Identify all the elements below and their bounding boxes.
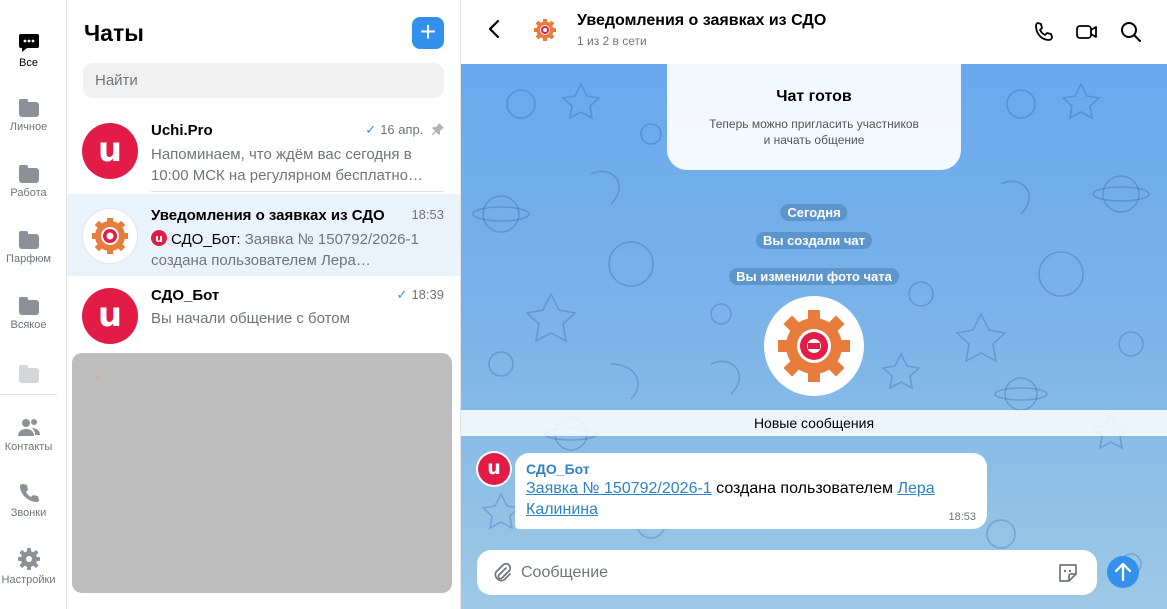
contacts-icon xyxy=(17,419,40,436)
message-middle-text: создана пользователем xyxy=(711,480,898,497)
folder-rail: Все Личное Работа Парфюм Всякое Контакты… xyxy=(0,0,57,609)
folder-icon xyxy=(18,297,39,315)
chat-row-sdo-notifications[interactable]: Уведомления о заявках из СДО 18:53 u СДО_… xyxy=(67,194,460,276)
search-box xyxy=(83,63,444,98)
message-text: Заявка № 150792/2026-1 создана пользоват… xyxy=(526,478,976,520)
avatar xyxy=(82,208,138,264)
pin-icon xyxy=(432,123,444,135)
chat-name: СДО_Бот xyxy=(151,287,220,304)
chat-header: Уведомления о заявках из СДО 1 из 2 в се… xyxy=(461,0,1167,64)
chevron-left-icon xyxy=(488,19,500,39)
read-check-icon: ✓ xyxy=(365,122,377,137)
folder-all[interactable]: Все xyxy=(0,33,57,69)
gear-logo-icon xyxy=(92,218,128,254)
gear-logo-icon xyxy=(778,310,850,382)
rail-divider xyxy=(0,394,57,395)
chat-preview: Напоминаем, что ждём вас сегодня в 10:00… xyxy=(151,146,424,184)
service-message: Вы создали чат xyxy=(755,232,873,249)
folder-misc[interactable]: Всякое xyxy=(0,297,57,331)
message-sender-avatar[interactable]: u xyxy=(478,453,510,485)
sticker-icon[interactable] xyxy=(1057,562,1079,584)
folder-label: Работа xyxy=(10,187,47,199)
chat-row-uchi-pro[interactable]: u Uchi.Pro ✓ 16 апр. Напоминаем, что ждём… xyxy=(67,109,460,191)
chat-preview: Вы начали общение с ботом xyxy=(151,310,350,327)
chat-ready-title: Чат готов xyxy=(776,88,852,105)
message-composer xyxy=(477,550,1097,595)
new-chat-button[interactable]: + xyxy=(412,17,444,49)
date-pill: Сегодня xyxy=(780,204,848,221)
phone-icon[interactable] xyxy=(1032,20,1056,44)
chat-ready-line: и начать общение xyxy=(763,133,865,147)
folder-icon xyxy=(18,365,39,383)
chat-ready-card: Чат готов Теперь можно пригласить участн… xyxy=(667,64,961,170)
nav-label: Звонки xyxy=(10,507,47,519)
phone-icon xyxy=(19,484,39,502)
folder-icon xyxy=(18,231,39,249)
chat-photo[interactable] xyxy=(764,296,864,396)
read-check-icon: ✓ xyxy=(396,287,408,302)
folder-label: Личное xyxy=(9,121,48,133)
chat-status: 1 из 2 в сети xyxy=(577,34,647,48)
chat-list-title: Чаты xyxy=(84,20,144,46)
chat-title: Уведомления о заявках из СДО xyxy=(577,12,827,29)
chat-preview-sender: СДО_Бот: xyxy=(171,231,241,248)
chat-list-panel: Чаты + u Uchi.Pro ✓16 апр. Напоминаем, ч… xyxy=(67,0,460,609)
message-input[interactable] xyxy=(521,550,1041,595)
new-messages-divider: Новые сообщения xyxy=(461,410,1167,436)
nav-label: Контакты xyxy=(4,441,53,453)
chat-avatar[interactable] xyxy=(531,16,559,44)
folder-label: Всякое xyxy=(10,319,47,331)
video-call-icon[interactable] xyxy=(1075,20,1099,44)
chat-name: Уведомления о заявках из СДО xyxy=(151,207,385,224)
folder-perfume[interactable]: Парфюм xyxy=(0,231,57,265)
folder-work[interactable]: Работа xyxy=(0,165,57,199)
paperclip-icon[interactable] xyxy=(492,562,512,584)
avatar: u xyxy=(82,123,138,179)
chat-meta: ✓ 16 апр. xyxy=(365,122,444,138)
chat-ready-text: Теперь можно пригласить участников и нач… xyxy=(667,116,961,148)
svg-text:u: u xyxy=(155,232,163,245)
folder-extra[interactable] xyxy=(0,365,57,387)
chat-ready-line: Теперь можно пригласить участников xyxy=(709,117,919,131)
chat-row-sdo-bot[interactable]: u СДО_Бот ✓ 18:39 Вы начали общение с бот… xyxy=(67,276,460,358)
back-button[interactable] xyxy=(487,18,501,46)
folder-label: Парфюм xyxy=(6,253,51,265)
chat-background: Чат готов Теперь можно пригласить участн… xyxy=(461,64,1167,609)
message-sender[interactable]: СДО_Бот xyxy=(526,461,976,477)
message-time: 18:53 xyxy=(948,511,976,523)
sender-avatar-icon: u xyxy=(151,230,167,246)
nav-calls[interactable]: Звонки xyxy=(0,483,57,519)
placeholder-block xyxy=(72,353,452,593)
message-bubble: СДО_Бот Заявка № 150792/2026-1 создана п… xyxy=(515,453,987,529)
avatar: u xyxy=(82,288,138,344)
service-message: Вы изменили фото чата xyxy=(729,268,899,285)
request-link[interactable]: Заявка № 150792/2026-1 xyxy=(526,480,712,497)
nav-contacts[interactable]: Контакты xyxy=(0,417,57,453)
arrow-up-icon xyxy=(1114,562,1132,582)
chat-preview: u СДО_Бот: Заявка № 150792/2026-1 создана… xyxy=(151,229,427,271)
chat-time: 18:53 xyxy=(411,207,444,222)
gear-icon xyxy=(17,548,40,570)
folder-icon xyxy=(18,99,39,117)
chat-time: 16 апр. xyxy=(380,122,424,137)
search-input[interactable] xyxy=(83,63,444,98)
search-icon[interactable] xyxy=(1119,20,1143,44)
chat-meta: ✓ 18:39 xyxy=(397,287,444,303)
nav-settings[interactable]: Настройки xyxy=(0,548,57,586)
chat-time: 18:39 xyxy=(411,287,444,302)
folder-personal[interactable]: Личное xyxy=(0,99,57,133)
row-divider xyxy=(151,191,444,192)
chat-bubble-icon xyxy=(18,34,39,52)
send-button[interactable] xyxy=(1107,556,1139,588)
folder-label: Все xyxy=(19,57,38,69)
folder-icon xyxy=(18,165,39,183)
chat-name: Uchi.Pro xyxy=(151,122,213,139)
nav-label: Настройки xyxy=(1,574,56,586)
chat-area: Уведомления о заявках из СДО 1 из 2 в се… xyxy=(461,0,1167,609)
